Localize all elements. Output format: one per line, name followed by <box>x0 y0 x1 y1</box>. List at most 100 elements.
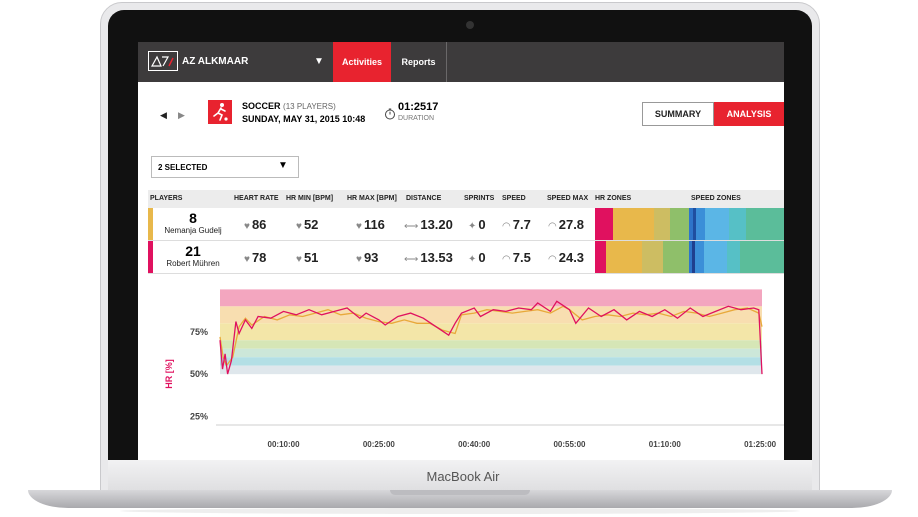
hr-zone-band <box>220 289 762 307</box>
y-tick-label: 75% <box>190 327 208 337</box>
column-header: SPRINTS <box>464 195 495 202</box>
heart-icon: ♥ <box>296 254 302 265</box>
x-tick-label: 00:40:00 <box>458 440 491 449</box>
club-logo-icon <box>148 51 178 71</box>
x-tick-label: 00:55:00 <box>553 440 586 449</box>
x-tick-label: 01:25:00 <box>744 440 777 449</box>
column-header: HR ZONES <box>595 195 632 202</box>
speedometer-icon: ◠ <box>502 254 511 265</box>
duration-value: 01:2517 <box>398 101 439 113</box>
speed-value: 7.7 <box>512 217 531 232</box>
sport-name: SOCCER <box>242 101 281 111</box>
speedometer-icon: ◠ <box>502 221 511 232</box>
column-header: HR MIN [BPM] <box>286 195 334 202</box>
y-tick-label: 25% <box>190 412 208 422</box>
zone-segment <box>704 241 727 273</box>
hr-chart: 25% 50% 75% 00:10:00 00:25:00 00:40:00 00:55:0… <box>164 289 784 449</box>
speedometer-icon: ◠ <box>548 254 557 265</box>
heart-rate-value: 86 <box>251 217 267 232</box>
hr-max-value: 93 <box>363 250 379 265</box>
x-tick-label: 00:25:00 <box>363 440 396 449</box>
duration-label: DURATION <box>398 115 435 122</box>
app-screen: AZ ALKMAAR ▼ Activities Reports ◀ ▶ SOCC… <box>138 42 784 460</box>
camera-icon <box>466 21 474 29</box>
hr-zone-band <box>220 340 762 349</box>
distance-value: 13.53 <box>420 250 453 265</box>
zone-segment <box>612 208 655 240</box>
sprints-value: 0 <box>478 250 486 265</box>
zone-segment <box>740 241 784 273</box>
heart-icon: ♥ <box>356 221 362 232</box>
next-arrow-icon[interactable]: ▶ <box>178 110 185 121</box>
zone-segment <box>595 208 613 240</box>
zone-segment <box>662 241 689 273</box>
distance-icon: ⟷ <box>404 254 419 265</box>
laptop-notch <box>390 490 530 495</box>
column-header: DISTANCE <box>406 195 442 202</box>
summary-button[interactable]: SUMMARY <box>642 102 714 126</box>
soccer-icon <box>208 100 232 124</box>
activity-title: SOCCER (13 PLAYERS) <box>242 101 336 111</box>
activity-date: SUNDAY, MAY 31, 2015 10:48 <box>242 114 366 124</box>
table-header: PLAYERS HEART RATE HR MIN [BPM] HR MAX [… <box>148 190 784 208</box>
hr-zone-band <box>220 357 762 366</box>
player-name: Robert Mühren <box>166 259 220 268</box>
sprints-value: 0 <box>478 217 486 232</box>
top-bar: AZ ALKMAAR ▼ Activities Reports <box>138 42 784 82</box>
column-header: SPEED <box>502 195 526 202</box>
player-name: Nemanja Gudelj <box>164 226 222 235</box>
hr-zones-bar <box>595 208 689 240</box>
hr-max-value: 116 <box>363 217 385 232</box>
y-axis-label: HR [%] <box>164 359 174 389</box>
chevron-down-icon[interactable]: ▼ <box>278 160 288 171</box>
speed-max-value: 27.8 <box>558 217 585 232</box>
caret-down-icon[interactable]: ▼ <box>314 56 324 67</box>
player-select[interactable]: 2 SELECTED <box>151 156 299 178</box>
column-header: HR MAX [BPM] <box>347 195 397 202</box>
speedometer-icon: ◠ <box>548 221 557 232</box>
x-tick-label: 00:10:00 <box>268 440 301 449</box>
zone-segment <box>694 241 705 273</box>
hr-zones-bar <box>595 241 689 273</box>
previous-arrow-icon[interactable]: ◀ <box>160 110 167 121</box>
zone-segment <box>670 208 689 240</box>
column-header: SPEED ZONES <box>691 195 741 202</box>
table-row[interactable]: 8 Nemanja Gudelj ♥ 86 ♥ 52 ♥ 116 ⟷ 13.20 ✦ 0 … <box>148 208 784 241</box>
players-count: (13 PLAYERS) <box>283 102 336 111</box>
column-header: HEART RATE <box>234 195 279 202</box>
laptop-shadow <box>120 508 800 514</box>
x-tick-label: 01:10:00 <box>649 440 682 449</box>
y-tick-label: 50% <box>190 369 208 379</box>
column-header: SPEED MAX <box>547 195 589 202</box>
heart-icon: ♥ <box>244 254 250 265</box>
tab-activities[interactable]: Activities <box>333 42 391 82</box>
tab-reports[interactable]: Reports <box>391 42 447 82</box>
club-name[interactable]: AZ ALKMAAR <box>182 56 248 67</box>
stopwatch-icon <box>384 107 396 125</box>
heart-icon: ♥ <box>296 221 302 232</box>
zone-segment <box>728 208 746 240</box>
zone-segment <box>595 241 607 273</box>
zone-segment <box>654 208 671 240</box>
zone-segment <box>726 241 741 273</box>
heart-icon: ♥ <box>356 254 362 265</box>
zone-segment <box>641 241 663 273</box>
hr-min-value: 51 <box>303 250 319 265</box>
zone-segment <box>695 208 706 240</box>
table-row[interactable]: 21 Robert Mühren ♥ 78 ♥ 51 ♥ 93 ⟷ 13.53 ✦ 0 ◠… <box>148 241 784 274</box>
hr-min-value: 52 <box>303 217 319 232</box>
column-header: PLAYERS <box>150 195 183 202</box>
zone-segment <box>745 208 784 240</box>
zone-segment <box>606 241 642 273</box>
heart-icon: ♥ <box>244 221 250 232</box>
speed-max-value: 24.3 <box>558 250 585 265</box>
speed-zones-bar <box>689 208 784 240</box>
hr-zone-band <box>220 348 762 358</box>
player-number: 8 <box>189 210 197 226</box>
player-number: 21 <box>185 243 201 259</box>
device-brand: MacBook Air <box>426 469 500 484</box>
distance-value: 13.20 <box>420 217 453 232</box>
sprint-icon: ✦ <box>468 254 477 265</box>
analysis-button[interactable]: ANALYSIS <box>714 102 784 126</box>
hr-zone-band <box>220 323 762 341</box>
